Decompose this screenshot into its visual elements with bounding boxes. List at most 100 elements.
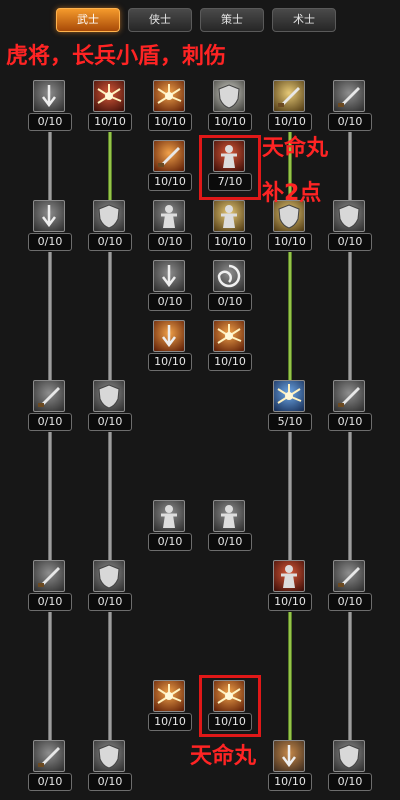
skill-node[interactable]: 0/10 (208, 260, 252, 314)
tab-warrior[interactable]: 武士 (56, 8, 120, 32)
skill-level-counter: 0/10 (208, 293, 252, 311)
skill-level-counter: 0/10 (208, 533, 252, 551)
build-note: 虎将，长兵小盾，刺伤 (6, 44, 227, 69)
skill-node[interactable]: 10/10 (88, 80, 132, 134)
sword-shield-icon[interactable] (33, 740, 65, 772)
skill-node[interactable]: 0/10 (28, 80, 72, 134)
skill-node[interactable]: 10/10 (208, 200, 252, 254)
skill-level-counter: 10/10 (148, 113, 192, 131)
skill-node[interactable]: 10/10 (208, 320, 252, 374)
strike-icon[interactable] (153, 260, 185, 292)
armor-icon[interactable] (333, 200, 365, 232)
skill-node[interactable]: 10/10 (268, 740, 312, 794)
shield-icon[interactable] (93, 200, 125, 232)
skill-level-counter: 10/10 (208, 233, 252, 251)
skill-level-counter: 0/10 (28, 593, 72, 611)
tree-connector (348, 252, 352, 380)
curved-blade-icon[interactable] (33, 560, 65, 592)
skill-node[interactable]: 0/10 (208, 500, 252, 554)
fire-ring-icon[interactable] (213, 320, 245, 352)
skill-level-counter: 0/10 (28, 113, 72, 131)
skill-node[interactable]: 0/10 (148, 260, 192, 314)
crossed-blades-icon[interactable] (333, 380, 365, 412)
golden-spear-icon[interactable] (273, 80, 305, 112)
skill-node[interactable]: 10/10 (208, 80, 252, 134)
skill-node[interactable]: 0/10 (88, 380, 132, 434)
sword-slash-icon[interactable] (153, 140, 185, 172)
skill-node[interactable]: 0/10 (28, 200, 72, 254)
skill-level-counter: 10/10 (148, 173, 192, 191)
skill-node[interactable]: 0/10 (28, 560, 72, 614)
skill-node[interactable]: 5/10 (268, 380, 312, 434)
flame-strike-icon[interactable] (153, 320, 185, 352)
skill-node[interactable]: 0/10 (88, 560, 132, 614)
skill-node[interactable]: 0/10 (328, 740, 372, 794)
skill-node[interactable]: 0/10 (328, 200, 372, 254)
skill-level-counter: 10/10 (88, 113, 132, 131)
tab-knight[interactable]: 侠士 (128, 8, 192, 32)
skill-level-counter: 10/10 (268, 233, 312, 251)
skill-node[interactable]: 0/10 (328, 80, 372, 134)
skill-level-counter: 0/10 (328, 233, 372, 251)
armored-warrior-icon[interactable] (93, 380, 125, 412)
highlight-box (199, 675, 261, 737)
skill-node[interactable]: 0/10 (148, 500, 192, 554)
spiral-shield-icon[interactable] (93, 560, 125, 592)
skill-node[interactable]: 10/10 (268, 560, 312, 614)
white-shield-icon[interactable] (213, 80, 245, 112)
figure-icon[interactable] (153, 500, 185, 532)
fire-burst-icon[interactable] (153, 80, 185, 112)
skill-node[interactable]: 10/10 (268, 80, 312, 134)
golden-dash-icon[interactable] (273, 740, 305, 772)
skill-level-counter: 0/10 (88, 593, 132, 611)
skill-node[interactable]: 10/10 (148, 140, 192, 194)
skill-level-counter: 10/10 (208, 113, 252, 131)
spiral-emblem-icon[interactable] (333, 740, 365, 772)
skill-node[interactable]: 0/10 (88, 200, 132, 254)
arrow-down-icon[interactable] (33, 80, 65, 112)
skill-node[interactable]: 0/10 (328, 560, 372, 614)
skill-level-counter: 0/10 (28, 233, 72, 251)
red-warrior-icon[interactable] (273, 560, 305, 592)
skill-node[interactable]: 0/10 (28, 740, 72, 794)
tree-connector-active (108, 132, 112, 200)
skill-node[interactable]: 10/10 (268, 200, 312, 254)
warrior-icon[interactable] (153, 200, 185, 232)
skill-level-counter: 0/10 (328, 113, 372, 131)
dark-shield-icon[interactable] (93, 740, 125, 772)
skill-level-counter: 0/10 (88, 773, 132, 791)
skill-level-counter: 5/10 (268, 413, 312, 431)
axe-icon[interactable] (333, 80, 365, 112)
tab-sorcerer[interactable]: 术士 (272, 8, 336, 32)
skill-level-counter: 10/10 (268, 593, 312, 611)
skill-node[interactable]: 0/10 (328, 380, 372, 434)
lightning-warrior-icon[interactable] (273, 380, 305, 412)
blade-strike-icon[interactable] (33, 200, 65, 232)
slash-burst-icon[interactable] (93, 80, 125, 112)
skill-level-counter: 0/10 (148, 533, 192, 551)
tree-connector (48, 612, 52, 740)
skill-level-counter: 0/10 (88, 233, 132, 251)
skill-level-counter: 0/10 (148, 233, 192, 251)
fist-icon[interactable] (213, 260, 245, 292)
figure-stance-icon[interactable] (213, 500, 245, 532)
skill-level-counter: 0/10 (328, 413, 372, 431)
skill-level-counter: 0/10 (148, 293, 192, 311)
pill-label: 天命丸 (190, 744, 257, 769)
skill-node[interactable]: 0/10 (88, 740, 132, 794)
tab-strategist[interactable]: 策士 (200, 8, 264, 32)
skill-node[interactable]: 0/10 (148, 200, 192, 254)
crescent-icon[interactable] (333, 560, 365, 592)
skill-node[interactable]: 0/10 (28, 380, 72, 434)
skill-node[interactable]: 10/10 (148, 680, 192, 734)
tree-connector (48, 432, 52, 560)
warrior-glow-icon[interactable] (213, 200, 245, 232)
skill-level-counter: 10/10 (268, 113, 312, 131)
tree-connector (108, 612, 112, 740)
fire-whirl-icon[interactable] (153, 680, 185, 712)
tree-connector (288, 432, 292, 560)
skill-node[interactable]: 10/10 (148, 80, 192, 134)
skill-node[interactable]: 10/10 (148, 320, 192, 374)
blade-swing-icon[interactable] (33, 380, 65, 412)
skill-level-counter: 10/10 (268, 773, 312, 791)
